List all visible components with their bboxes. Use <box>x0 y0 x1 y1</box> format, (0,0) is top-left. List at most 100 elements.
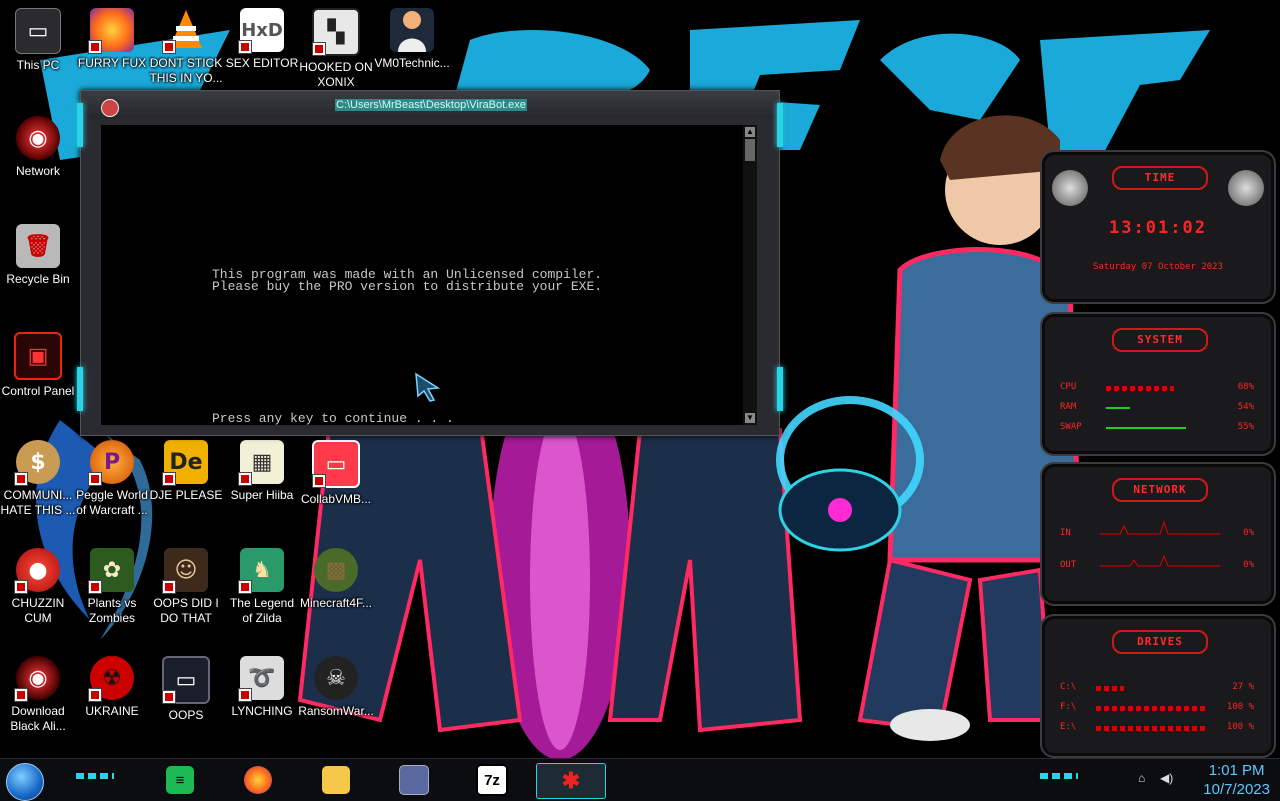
desktop-icon-oops-did-i-do-that[interactable]: ☺ OOPS DID I DO THAT <box>148 542 224 642</box>
row-label: E:\ <box>1060 722 1077 732</box>
gadget-title: DRIVES <box>1112 630 1208 654</box>
system-gadget[interactable]: SYSTEM CPU 68% RAM 54% SWAP 55% <box>1040 312 1276 456</box>
desktop-icon-peggle[interactable]: P Peggle World of Warcraft ... <box>74 434 150 534</box>
money-bag-icon: $ <box>14 440 60 486</box>
desktop-icon-dje-please[interactable]: De DJE PLEASE <box>148 434 224 534</box>
minecraft-icon: ▩ <box>314 548 358 592</box>
plant-icon: ✿ <box>88 548 134 594</box>
alien-head-icon <box>1052 170 1088 206</box>
firefox-icon <box>88 8 134 54</box>
desktop-icon-label: Recycle Bin <box>6 272 70 286</box>
desktop-icon-download-black-ali[interactable]: ◉ Download Black Ali... <box>0 650 76 750</box>
drives-gadget[interactable]: DRIVES C:\ 27 % F:\ 100 % E:\ 100 % <box>1040 614 1276 758</box>
row-value: 0% <box>1243 528 1254 538</box>
desktop-icon-label: Plants vs Zombies <box>87 596 137 625</box>
frame-accent-light <box>77 103 83 147</box>
row-label: SWAP <box>1060 422 1082 432</box>
desktop-icon-label: RansomWar... <box>298 704 374 718</box>
7zip-icon: 7z <box>476 764 508 796</box>
desktop-icon-label: HOOKED ON XONIX <box>299 60 373 89</box>
gadget-title: NETWORK <box>1112 478 1208 502</box>
taskbar-firefox[interactable] <box>224 763 292 797</box>
desktop-icon-label: SEX EDITOR <box>225 56 299 70</box>
window-titlebar[interactable]: C:\Users\MrBeast\Desktop\ViraBot.exe <box>81 91 779 119</box>
taskbar: ≡ 7z ✱ ⌂ ◀) 1:01 PM 10/7/2023 <box>0 758 1280 801</box>
desktop-icon-recycle-bin[interactable]: 🗑 Recycle Bin <box>0 218 76 318</box>
row-value: 55% <box>1237 422 1254 432</box>
desktop-icon-furry-fux[interactable]: FURRY FUX <box>74 2 150 102</box>
desktop-icon-control-panel[interactable]: ▣ Control Panel <box>0 326 76 426</box>
drive-c-row: C:\ 27 % <box>1060 682 1254 696</box>
desktop-icon-ukraine[interactable]: ☢ UKRAINE <box>74 650 150 750</box>
gadget-title: TIME <box>1112 166 1208 190</box>
window-title: C:\Users\MrBeast\Desktop\ViraBot.exe <box>335 99 527 111</box>
spider-icon: ✱ <box>561 768 581 793</box>
network-gadget[interactable]: NETWORK IN 0% OUT 0% <box>1040 462 1276 606</box>
network-in-row: IN 0% <box>1060 520 1254 542</box>
desktop-icon-super-hiiba[interactable]: ▦ Super Hiiba <box>224 434 300 534</box>
desktop-icon-sex-editor[interactable]: HxD SEX EDITOR <box>224 2 300 102</box>
desktop-icon-dont-stick[interactable]: DONT STICK THIS IN YO... <box>148 2 224 102</box>
taskbar-virabot[interactable]: ✱ <box>536 763 606 799</box>
desktop-icon-label: The Legend of Zilda <box>229 596 295 625</box>
desktop-icon-communi[interactable]: $ COMMUNI... HATE THIS ... <box>0 434 76 534</box>
desktop-icon-label: Network <box>15 164 60 178</box>
radiation-icon: ☢ <box>88 656 134 702</box>
zelda-icon: ♞ <box>238 548 284 594</box>
desktop-icon-label: UKRAINE <box>85 704 139 718</box>
frame-accent-light <box>777 103 783 147</box>
desktop-icon-this-pc[interactable]: ▭ This PC <box>0 2 76 102</box>
row-label: IN <box>1060 528 1071 538</box>
desktop-icon-collabvmb[interactable]: ▭ CollabVMB... <box>298 434 374 534</box>
de-icon: De <box>162 440 208 486</box>
rope-icon: ➰ <box>238 656 284 702</box>
desktop-icon-label: Super Hiiba <box>230 488 294 502</box>
desktop-icon-oops[interactable]: ▭ OOPS <box>148 650 224 750</box>
desktop-icon-label: Control Panel <box>1 384 75 398</box>
taskbar-7zip[interactable]: 7z <box>458 763 526 797</box>
desktop-icon-plants-vs-zombies[interactable]: ✿ Plants vs Zombies <box>74 542 150 642</box>
taskbar-control-panel[interactable] <box>380 763 448 797</box>
taskbar-spotify[interactable]: ≡ <box>146 763 214 797</box>
desktop-icon-label: CHUZZIN CUM <box>11 596 65 625</box>
oops-monitor-icon: ▭ <box>162 656 210 704</box>
start-button[interactable] <box>6 763 44 801</box>
row-label: F:\ <box>1060 702 1077 712</box>
row-value: 68% <box>1237 382 1254 392</box>
desktop-icon-minecraft4f[interactable]: ▩ Minecraft4F... <box>298 542 374 642</box>
desktop-icon-lynching[interactable]: ➰ LYNCHING <box>224 650 300 750</box>
console-line: Please buy the PRO version to distribute… <box>212 279 603 294</box>
desktop-icon-hooked-on-xonix[interactable]: ▚ HOOKED ON XONIX <box>298 2 374 102</box>
row-value: 100 % <box>1226 702 1254 712</box>
desktop-icon-legend-of-zilda[interactable]: ♞ The Legend of Zilda <box>224 542 300 642</box>
row-label: OUT <box>1060 560 1077 570</box>
network-tray-icon[interactable]: ⌂ <box>1138 771 1154 785</box>
xonix-icon: ▚ <box>312 8 360 56</box>
control-panel-icon <box>399 765 429 795</box>
gadget-title: SYSTEM <box>1112 328 1208 352</box>
swap-row: SWAP 55% <box>1060 422 1254 436</box>
drive-c-bar <box>1096 686 1124 691</box>
desktop-icon-network[interactable]: ◉ Network <box>0 110 76 210</box>
volume-tray-icon[interactable]: ◀) <box>1160 771 1176 785</box>
monitor-icon: ▭ <box>15 8 61 54</box>
cpu-bar <box>1106 386 1174 391</box>
desktop-icon-label: COMMUNI... HATE THIS ... <box>0 488 76 517</box>
console-scrollbar[interactable]: ▲ ▼ <box>743 125 757 425</box>
spider-app-icon <box>101 99 119 117</box>
row-value: 0% <box>1243 560 1254 570</box>
scroll-down-icon[interactable]: ▼ <box>745 413 755 423</box>
taskbar-file-explorer[interactable] <box>302 763 370 797</box>
skull-icon: ☠ <box>314 656 358 700</box>
date-readout: Saturday 07 October 2023 <box>1092 262 1224 272</box>
desktop-icon-label: Peggle World of Warcraft ... <box>76 488 148 517</box>
desktop-icon-vm0technic[interactable]: VM0Technic... <box>374 2 450 102</box>
recycle-bin-icon: 🗑 <box>16 224 60 268</box>
time-gadget[interactable]: TIME 13:01:02 Saturday 07 October 2023 <box>1040 150 1276 304</box>
desktop-icon-chuzzin-cum[interactable]: ● CHUZZIN CUM <box>0 542 76 642</box>
taskbar-clock[interactable]: 1:01 PM 10/7/2023 <box>1203 761 1270 799</box>
desktop-icon-ransomwar[interactable]: ☠ RansomWar... <box>298 650 374 750</box>
scroll-up-icon[interactable]: ▲ <box>745 127 755 137</box>
desktop-icon-label: DONT STICK THIS IN YO... <box>149 56 223 85</box>
scroll-thumb[interactable] <box>745 139 755 161</box>
